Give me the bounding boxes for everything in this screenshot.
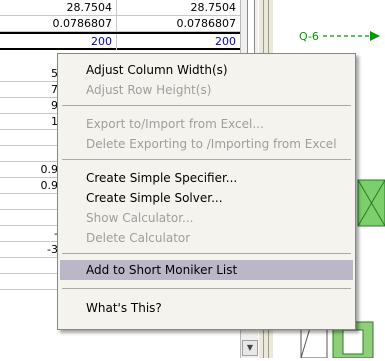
grid-cell[interactable]: - [0,226,62,242]
grid-row[interactable] [0,146,62,162]
grid-row[interactable]: -3 [0,242,62,258]
menu-item-adjust-column-width[interactable]: Adjust Column Width(s) [60,60,353,80]
grid-row[interactable]: - [0,226,62,242]
stream-arrow-icon [370,31,380,41]
grid-cell[interactable]: 9 [0,98,62,114]
grid-row[interactable]: 28.7504 28.7504 [0,0,240,16]
grid-row[interactable]: 0.0786807 0.0786807 [0,16,240,32]
menu-separator [62,159,351,160]
grid-row[interactable]: 7 [0,82,62,98]
menu-item-add-short-moniker[interactable]: Add to Short Moniker List [60,260,353,280]
menu-item-show-calculator[interactable]: Show Calculator... [60,208,353,228]
grid-row-selected[interactable]: 200 200 [0,32,240,50]
grid-cell[interactable] [0,146,62,162]
grid-cell[interactable]: 0.0786807 [117,16,240,32]
grid-row[interactable] [0,194,62,210]
menu-separator [62,253,351,254]
menu-item-export-import-excel[interactable]: Export to/Import from Excel... [60,114,353,134]
context-menu: Adjust Column Width(s) Adjust Row Height… [57,53,356,330]
grid-row[interactable]: 5 [0,66,62,82]
scroll-down-arrow-icon[interactable]: ▼ [242,340,258,356]
grid-cell[interactable] [0,274,62,290]
grid-cell[interactable]: 5 [0,66,62,82]
grid-cell[interactable]: 0.9 [0,162,62,178]
grid-cell[interactable]: 200 [0,34,117,50]
grid-cell[interactable]: 0.0786807 [0,16,117,32]
grid-cell[interactable] [0,258,62,274]
menu-item-create-simple-specifier[interactable]: Create Simple Specifier... [60,168,353,188]
grid-row[interactable]: 0.9 [0,162,62,178]
grid-cell[interactable]: 200 [117,34,240,50]
menu-item-whats-this[interactable]: What's This? [60,298,353,318]
grid-cell[interactable]: 0.9 [0,178,62,194]
grid-row[interactable] [0,274,62,290]
grid-cell[interactable] [0,130,62,146]
grid-row[interactable] [0,210,62,226]
grid-row[interactable]: 9 [0,98,62,114]
menu-item-delete-excel-link[interactable]: Delete Exporting to /Importing from Exce… [60,134,353,154]
menu-separator [62,105,351,106]
grid-cell[interactable]: -3 [0,242,62,258]
grid-row[interactable]: 1 [0,114,62,130]
grid-cell[interactable]: 28.7504 [0,0,117,16]
menu-separator [62,288,351,289]
grid-cell[interactable] [0,210,62,226]
grid-cell[interactable]: 28.7504 [117,0,240,16]
grid-row[interactable]: 0.9 [0,178,62,194]
grid-row[interactable] [0,258,62,274]
menu-item-create-simple-solver[interactable]: Create Simple Solver... [60,188,353,208]
menu-item-delete-calculator[interactable]: Delete Calculator [60,228,353,248]
grid-cell[interactable]: 7 [0,82,62,98]
grid-row[interactable] [0,130,62,146]
grid-cell[interactable] [0,194,62,210]
stream-label[interactable]: Q-6 [299,30,319,43]
menu-item-adjust-row-height[interactable]: Adjust Row Height(s) [60,80,353,100]
grid-cell[interactable]: 1 [0,114,62,130]
